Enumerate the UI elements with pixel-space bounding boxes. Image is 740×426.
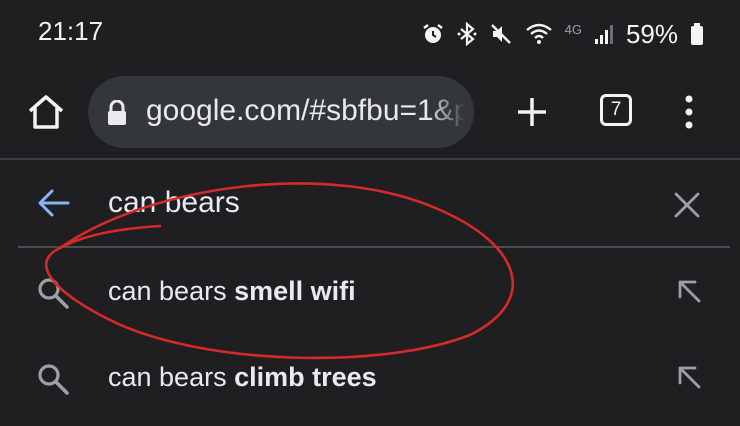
clear-icon[interactable] bbox=[672, 190, 702, 220]
status-time: 21:17 bbox=[38, 16, 104, 46]
lock-icon bbox=[108, 100, 126, 125]
alarm-icon bbox=[422, 24, 443, 43]
suggestion-text: can bears climb trees bbox=[108, 362, 377, 393]
status-bar: 21:17 4G 59% bbox=[0, 0, 740, 70]
battery-icon bbox=[691, 23, 703, 45]
back-arrow-icon[interactable] bbox=[36, 188, 70, 218]
search-icon bbox=[38, 364, 69, 395]
signal-icon bbox=[594, 25, 613, 44]
tab-switcher-button[interactable]: 7 bbox=[600, 94, 632, 126]
tab-count: 7 bbox=[610, 99, 622, 120]
browser-screen: 21:17 4G 59% google.com/#sbfbu=1&p 7 can… bbox=[0, 0, 740, 426]
wifi-icon bbox=[525, 23, 552, 44]
mute-icon bbox=[490, 24, 511, 44]
suggestion-completion: smell wifi bbox=[234, 276, 356, 306]
fill-query-arrow-icon[interactable] bbox=[676, 364, 702, 390]
network-label: 4G bbox=[564, 21, 582, 37]
overflow-menu-icon[interactable] bbox=[674, 90, 704, 134]
bluetooth-icon bbox=[457, 22, 477, 46]
suggestion-text: can bears smell wifi bbox=[108, 276, 356, 307]
search-icon bbox=[38, 278, 69, 309]
suggestion-prefix: can bears bbox=[108, 276, 235, 306]
url-text: google.com/#sbfbu=1&pi=can%20bears bbox=[146, 94, 466, 127]
search-query[interactable]: can bears bbox=[108, 186, 240, 220]
suggestion-prefix: can bears bbox=[108, 362, 235, 392]
suggestion-item[interactable]: can bears smell wifi bbox=[0, 248, 740, 334]
fill-query-arrow-icon[interactable] bbox=[676, 278, 702, 304]
suggestion-item[interactable]: can bears climb trees bbox=[0, 334, 740, 420]
new-tab-icon[interactable] bbox=[512, 92, 552, 132]
home-icon[interactable] bbox=[24, 90, 68, 134]
battery-percent: 59% bbox=[625, 18, 678, 49]
suggestion-completion: climb trees bbox=[234, 362, 377, 392]
browser-toolbar: google.com/#sbfbu=1&pi=can%20bears 7 bbox=[0, 70, 740, 158]
status-icons: 4G 59% bbox=[421, 16, 704, 52]
address-bar[interactable]: google.com/#sbfbu=1&pi=can%20bears bbox=[88, 76, 474, 148]
search-field[interactable]: can bears bbox=[0, 160, 740, 246]
